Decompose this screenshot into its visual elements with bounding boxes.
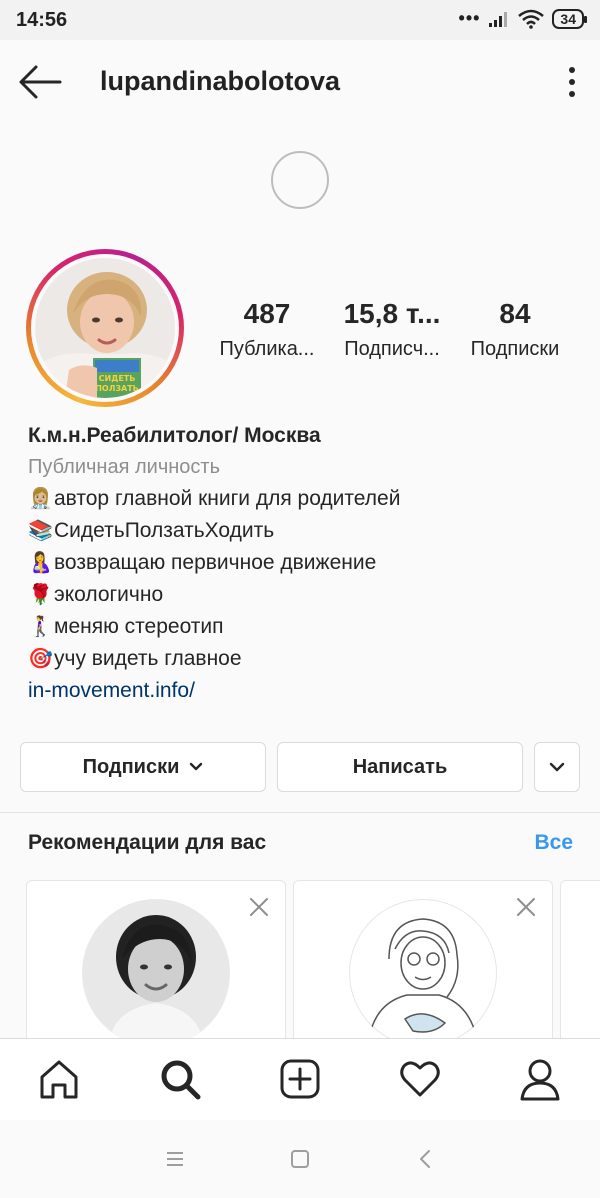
status-icons: ••• 34 [458,8,587,29]
followers-count-value: 15,8 т... [343,298,441,329]
suggestion-card[interactable] [293,880,553,1060]
back-chevron-icon [420,1150,430,1168]
home-square-icon [291,1150,309,1168]
close-icon [517,898,535,916]
loading-spinner [271,151,329,209]
suggestion-avatar [82,899,230,1047]
profile-username: lupandinabolotova [100,66,340,96]
nav-new-post[interactable] [278,1057,322,1101]
system-menu-button[interactable] [163,1147,187,1171]
followers-count[interactable]: 15,8 т... Подписч... [332,298,452,361]
more-options-button[interactable] [564,64,580,100]
heart-icon [400,1061,440,1097]
svg-text:СИДЕТЬ: СИДЕТЬ [99,374,136,383]
bio-line: 🎯 учу видеть главное [28,643,578,675]
home-icon [40,1060,78,1099]
signal-icon [489,11,508,27]
profile-avatar[interactable]: СИДЕТЬ ПОЛЗАТЬ [26,249,184,407]
bottom-navigation [0,1038,600,1120]
system-back-button[interactable] [414,1147,438,1171]
profile-bio: К.м.н.Реабилитолог/ Москва Публичная лич… [28,421,578,707]
profile-header: lupandinabolotova [0,40,600,124]
bio-line: 👩🏼‍⚕️ автор главной книги для родителей [28,483,578,515]
nav-home[interactable] [37,1057,81,1101]
emoji: 🤱 [28,552,53,574]
following-count[interactable]: 84 Подписки [455,298,575,361]
bio-line: 📚 СидетьПолзатьХодить [28,515,578,547]
chevron-down-icon [549,762,565,772]
menu-icon [167,1152,183,1166]
recommendations-title: Рекомендации для вас [28,831,267,854]
search-icon [161,1060,201,1100]
emoji: 🌹 [28,584,53,606]
battery-indicator: 34 [552,8,587,29]
emoji: 👩🏼‍⚕️ [28,488,53,510]
nav-activity[interactable] [398,1057,442,1101]
message-button[interactable]: Написать [277,742,523,792]
dismiss-suggestion-button[interactable] [249,897,269,917]
status-bar: 14:56 ••• 34 [0,0,600,40]
add-post-icon [280,1059,320,1099]
emoji: 📚 [28,520,53,542]
profile-category: Публичная личность [28,456,220,478]
posts-count[interactable]: 487 Публика... [207,298,327,361]
system-home-button[interactable] [288,1147,312,1171]
following-count-value: 84 [499,298,531,329]
following-count-label: Подписки [470,338,560,360]
profile-icon [520,1059,560,1101]
dismiss-suggestion-button[interactable] [516,897,536,917]
posts-count-value: 487 [243,298,291,329]
suggestion-avatar [349,899,497,1047]
svg-text:ПОЛЗАТЬ: ПОЛЗАТЬ [95,384,139,393]
suggested-toggle-button[interactable] [534,742,580,792]
chevron-down-icon [190,762,203,771]
followers-count-label: Подписч... [344,338,440,360]
profile-full-name: К.м.н.Реабилитолог/ Москва [28,424,321,447]
following-button[interactable]: Подписки [20,742,266,792]
bio-line: 🤱 возвращаю первичное движение [28,547,578,579]
status-time: 14:56 [16,9,68,31]
arrow-left-icon [19,65,62,99]
suggestion-card[interactable] [26,880,286,1060]
avatar-photo: СИДЕТЬ ПОЛЗАТЬ [35,258,175,398]
section-divider [0,812,600,813]
more-notifications-indicator: ••• [458,8,481,28]
message-button-label: Написать [352,755,448,778]
posts-count-label: Публика... [219,338,315,360]
wifi-icon [518,9,545,29]
back-button[interactable] [18,62,62,102]
nav-profile[interactable] [518,1057,562,1101]
bio-line: 🚶‍♀️ меняю стереотип [28,611,578,643]
following-button-label: Подписки [82,755,180,778]
close-icon [250,898,268,916]
nav-search[interactable] [158,1057,202,1101]
see-all-link[interactable]: Все [534,831,573,855]
bio-website-link[interactable]: in-movement.info/ [28,675,578,707]
avatar-image: СИДЕТЬ ПОЛЗАТЬ [35,258,175,398]
bio-line: 🌹 экологично [28,579,578,611]
emoji: 🎯 [28,648,53,670]
vertical-dots-icon [569,67,575,97]
suggestion-card[interactable] [560,880,600,1060]
system-navigation-bar [0,1120,600,1198]
emoji: 🚶‍♀️ [28,616,53,638]
